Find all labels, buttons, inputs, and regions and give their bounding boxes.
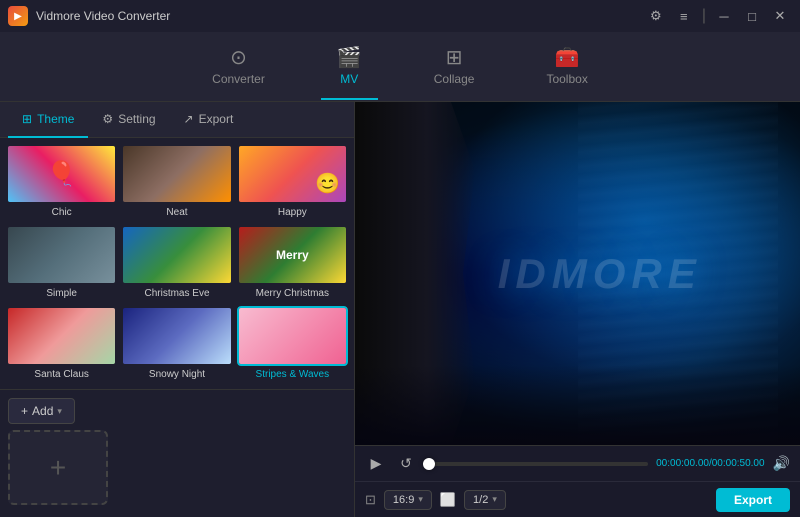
ratio-icon: ⊡: [365, 492, 376, 508]
theme-merry-christmas[interactable]: Merry Christmas: [237, 225, 348, 302]
toolbox-icon: 🧰: [555, 48, 580, 68]
progress-handle[interactable]: [423, 458, 435, 470]
tab-collage[interactable]: ⊞ Collage: [418, 42, 491, 92]
theme-happy-label: Happy: [278, 207, 307, 218]
collage-label: Collage: [434, 72, 475, 86]
converter-label: Converter: [212, 72, 265, 86]
plus-icon: +: [50, 452, 66, 484]
export-tab-label: Export: [199, 112, 234, 126]
add-section: + Add ▾ +: [0, 389, 354, 517]
toolbox-label: Toolbox: [546, 72, 587, 86]
add-chevron-icon: ▾: [57, 406, 62, 417]
theme-chic[interactable]: Chic: [6, 144, 117, 221]
settings-button[interactable]: ⚙: [644, 6, 668, 26]
export-tab-icon: ↗: [184, 112, 194, 126]
player-controls: ▶ ↺ 00:00:00.00/00:00:50.00 🔊: [355, 445, 800, 481]
export-button[interactable]: Export: [716, 488, 790, 512]
loop-button[interactable]: ↺: [395, 453, 417, 475]
main-content: ⊞ Theme ⚙ Setting ↗ Export Chic: [0, 102, 800, 517]
converter-icon: ⊙: [230, 48, 247, 68]
app-title: Vidmore Video Converter: [36, 9, 170, 23]
tab-toolbox[interactable]: 🧰 Toolbox: [530, 42, 603, 92]
add-label: Add: [32, 404, 53, 418]
theme-merry-christmas-label: Merry Christmas: [256, 288, 329, 299]
theme-stripes-waves-label: Stripes & Waves: [256, 369, 330, 380]
theme-christmas-eve[interactable]: Christmas Eve: [121, 225, 232, 302]
page-button[interactable]: 1/2 ▾: [464, 490, 506, 510]
bottom-controls: ⊡ 16:9 ▾ ⬜ 1/2 ▾ Export: [355, 481, 800, 517]
volume-icon[interactable]: 🔊: [773, 455, 790, 472]
setting-tab-icon: ⚙: [102, 112, 113, 126]
subtab-setting[interactable]: ⚙ Setting: [88, 102, 169, 138]
theme-happy[interactable]: Happy: [237, 144, 348, 221]
preview-area: IDMORE: [355, 102, 800, 445]
theme-tab-label: Theme: [37, 112, 74, 126]
tab-converter[interactable]: ⊙ Converter: [196, 42, 281, 92]
aspect-ratio-button[interactable]: 16:9 ▾: [384, 490, 432, 510]
theme-grid: Chic Neat Happy Simple: [0, 138, 354, 389]
mv-icon: 🎬: [337, 48, 362, 68]
close-button[interactable]: ✕: [768, 6, 792, 26]
ratio-value: 16:9: [393, 494, 414, 506]
tab-mv[interactable]: 🎬 MV: [321, 42, 378, 92]
time-display: 00:00:00.00/00:00:50.00: [656, 458, 764, 469]
theme-snowy-night-label: Snowy Night: [149, 369, 205, 380]
theme-tab-icon: ⊞: [22, 112, 32, 126]
preview-watermark: IDMORE: [498, 250, 702, 298]
setting-tab-label: Setting: [118, 112, 155, 126]
title-bar-left: ▶ Vidmore Video Converter: [8, 6, 170, 26]
theme-simple[interactable]: Simple: [6, 225, 117, 302]
theme-santa-claus-label: Santa Claus: [34, 369, 88, 380]
menu-button[interactable]: ≡: [672, 6, 696, 26]
app-logo: ▶: [8, 6, 28, 26]
title-bar-controls: ⚙ ≡ | ─ □ ✕: [644, 6, 792, 26]
theme-neat[interactable]: Neat: [121, 144, 232, 221]
theme-snowy-night[interactable]: Snowy Night: [121, 306, 232, 383]
nav-tabs: ⊙ Converter 🎬 MV ⊞ Collage 🧰 Toolbox: [0, 32, 800, 102]
subtab-theme[interactable]: ⊞ Theme: [8, 102, 88, 138]
progress-bar[interactable]: [425, 462, 648, 466]
theme-simple-label: Simple: [46, 288, 77, 299]
ratio-chevron-icon: ▾: [418, 494, 423, 505]
sub-tabs: ⊞ Theme ⚙ Setting ↗ Export: [0, 102, 354, 138]
page-chevron-icon: ▾: [492, 494, 497, 505]
theme-chic-label: Chic: [52, 207, 72, 218]
page-icon: ⬜: [440, 492, 456, 508]
theme-christmas-eve-label: Christmas Eve: [144, 288, 209, 299]
add-media-placeholder[interactable]: +: [8, 430, 108, 505]
title-bar: ▶ Vidmore Video Converter ⚙ ≡ | ─ □ ✕: [0, 0, 800, 32]
mv-label: MV: [340, 72, 358, 86]
subtab-export[interactable]: ↗ Export: [170, 102, 248, 138]
play-button[interactable]: ▶: [365, 453, 387, 475]
collage-icon: ⊞: [446, 48, 463, 68]
preview-rock-bottom: [355, 365, 800, 445]
left-panel: ⊞ Theme ⚙ Setting ↗ Export Chic: [0, 102, 355, 517]
theme-santa-claus[interactable]: Santa Claus: [6, 306, 117, 383]
theme-stripes-waves[interactable]: Stripes & Waves: [237, 306, 348, 383]
add-button[interactable]: + Add ▾: [8, 398, 75, 424]
minimize-button[interactable]: ─: [712, 6, 736, 26]
maximize-button[interactable]: □: [740, 6, 764, 26]
add-icon: +: [21, 404, 28, 418]
page-value: 1/2: [473, 494, 488, 506]
right-panel: IDMORE ▶ ↺ 00:00:00.00/00:00:50.00 🔊 ⊡ 1…: [355, 102, 800, 517]
theme-neat-label: Neat: [166, 207, 187, 218]
